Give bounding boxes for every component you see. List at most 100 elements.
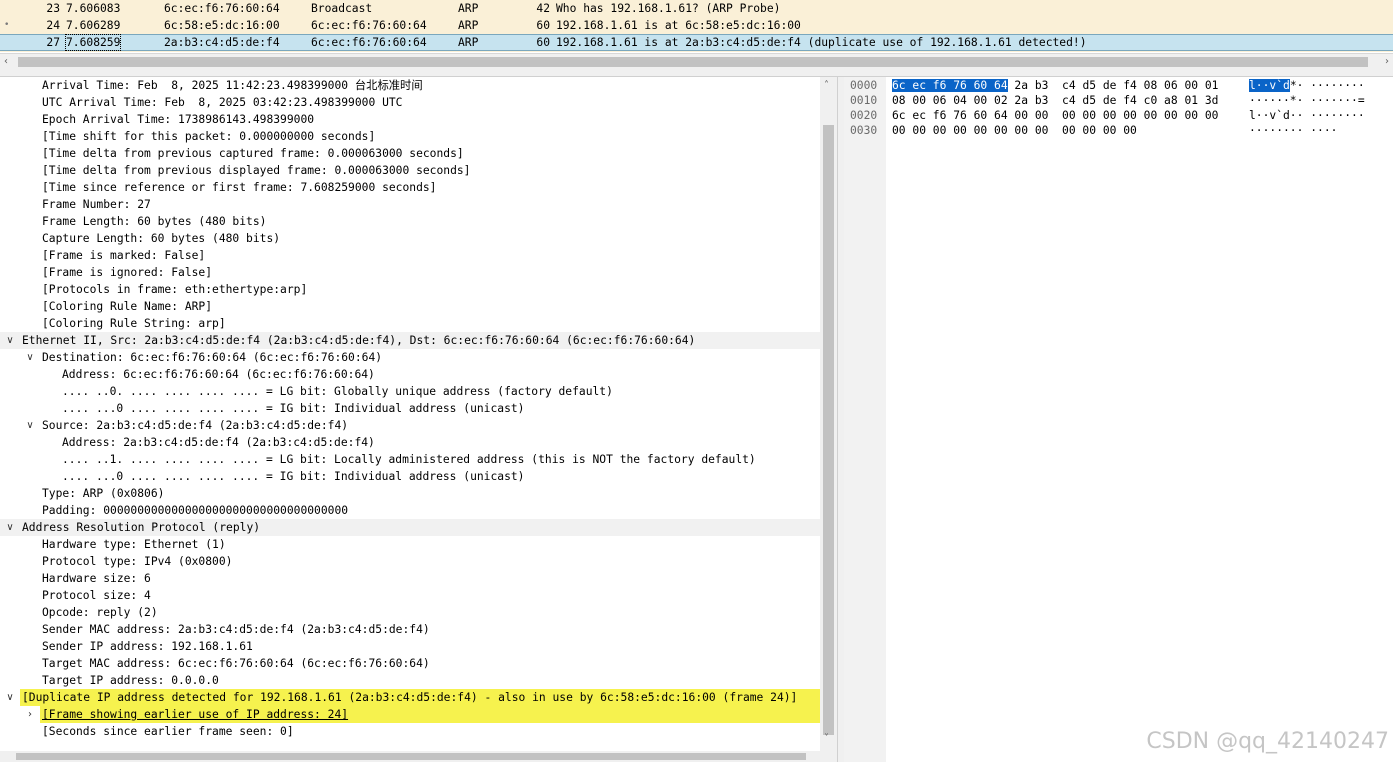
offset-gutter — [844, 77, 886, 762]
scroll-right-icon[interactable]: › — [1385, 56, 1389, 67]
detail-row[interactable]: ∨ Ethernet II, Src: 2a:b3:c4:d5:de:f4 (2a… — [0, 332, 820, 349]
detail-text: [Frame is ignored: False] — [42, 266, 213, 279]
scroll-left-icon[interactable]: ‹ — [4, 56, 8, 67]
detail-row[interactable]: .... ...0 .... .... .... .... = IG bit: … — [0, 468, 820, 485]
expand-chevron-icon[interactable]: ∨ — [4, 519, 16, 536]
ascii-bytes[interactable]: l··v`d*· ········ — [1249, 78, 1365, 93]
packet-source: 6c:58:e5:dc:16:00 — [164, 19, 280, 32]
ascii-bytes[interactable]: ········ ···· — [1249, 123, 1337, 138]
detail-row[interactable]: Protocol type: IPv4 (0x0800) — [0, 553, 820, 570]
packet-details-tree[interactable]: Arrival Time: Feb 8, 2025 11:42:23.49839… — [0, 77, 820, 751]
detail-row[interactable]: [Time delta from previous captured frame… — [0, 145, 820, 162]
packet-time: 7.608259 — [64, 34, 122, 51]
detail-row[interactable]: Frame Number: 27 — [0, 196, 820, 213]
detail-row[interactable]: ∨ Address Resolution Protocol (reply) — [0, 519, 820, 536]
hex-bytes-selected[interactable]: 6c ec f6 76 60 64 — [892, 79, 1008, 92]
expand-chevron-icon[interactable]: ∨ — [24, 417, 36, 434]
detail-row[interactable]: Target IP address: 0.0.0.0 — [0, 672, 820, 689]
detail-text: [Seconds since earlier frame seen: 0] — [42, 725, 294, 738]
pane-splitter-vertical[interactable] — [837, 77, 844, 762]
detail-row[interactable]: Protocol size: 4 — [0, 587, 820, 604]
detail-row[interactable]: Padding: 0000000000000000000000000000000… — [0, 502, 820, 519]
detail-text: Epoch Arrival Time: 1738986143.498399000 — [42, 113, 315, 126]
packet-time: 7.606289 — [66, 19, 121, 32]
detail-row[interactable]: [Time since reference or first frame: 7.… — [0, 179, 820, 196]
detail-text: Target IP address: 0.0.0.0 — [42, 674, 219, 687]
scrollbar-thumb[interactable] — [18, 57, 1368, 67]
detail-row[interactable]: [Coloring Rule String: arp] — [0, 315, 820, 332]
hex-bytes[interactable]: 6c ec f6 76 60 64 00 00 00 00 00 00 00 0… — [892, 108, 1218, 123]
ascii-bytes[interactable]: l··v`d·· ········ — [1249, 108, 1365, 123]
hex-bytes-text: 2a b3 c4 d5 de f4 08 06 00 01 — [1007, 79, 1219, 92]
detail-row[interactable]: [Frame is ignored: False] — [0, 264, 820, 281]
detail-row[interactable]: Frame Length: 60 bytes (480 bits) — [0, 213, 820, 230]
detail-row[interactable]: › [Frame showing earlier use of IP addres… — [28, 706, 820, 723]
detail-row[interactable]: .... ...0 .... .... .... .... = IG bit: … — [0, 400, 820, 417]
detail-text: [Coloring Rule String: arp] — [42, 317, 226, 330]
packet-details-horizontal-scrollbar[interactable] — [0, 751, 837, 762]
detail-text: Destination: 6c:ec:f6:76:60:64 (6c:ec:f6… — [42, 351, 383, 364]
detail-row[interactable]: [Time shift for this packet: 0.000000000… — [0, 128, 820, 145]
detail-row[interactable]: Opcode: reply (2) — [0, 604, 820, 621]
detail-text: Frame Number: 27 — [42, 198, 151, 211]
detail-row[interactable]: [Protocols in frame: eth:ethertype:arp] — [0, 281, 820, 298]
packet-source: 6c:ec:f6:76:60:64 — [164, 2, 280, 15]
detail-row[interactable]: Address: 2a:b3:c4:d5:de:f4 (2a:b3:c4:d5:… — [0, 434, 820, 451]
packet-list-horizontal-scrollbar[interactable]: ‹ › — [0, 53, 1393, 71]
detail-row[interactable]: Sender MAC address: 2a:b3:c4:d5:de:f4 (2… — [0, 621, 820, 638]
scroll-down-icon[interactable]: ˅ — [824, 733, 829, 744]
hex-bytes[interactable]: 6c ec f6 76 60 64 2a b3 c4 d5 de f4 08 0… — [892, 78, 1218, 93]
expand-chevron-icon[interactable]: ∨ — [4, 689, 16, 706]
detail-row[interactable]: Capture Length: 60 bytes (480 bits) — [0, 230, 820, 247]
detail-row[interactable]: UTC Arrival Time: Feb 8, 2025 03:42:23.4… — [0, 94, 820, 111]
packet-length: 60 — [536, 19, 550, 32]
pane-splitter[interactable] — [0, 70, 1393, 77]
detail-row[interactable]: ∨ [Duplicate IP address detected for 192.… — [6, 689, 820, 706]
ascii-bytes[interactable]: ······*· ·······= — [1249, 93, 1365, 108]
packet-bytes-pane[interactable]: 0000 6c ec f6 76 60 64 2a b3 c4 d5 de f4 … — [844, 77, 1393, 762]
detail-row[interactable]: Arrival Time: Feb 8, 2025 11:42:23.49839… — [0, 77, 820, 94]
detail-text: Address: 6c:ec:f6:76:60:64 (6c:ec:f6:76:… — [62, 368, 375, 381]
packet-details-vertical-scrollbar[interactable]: ˄ ˅ — [820, 77, 837, 751]
packet-list[interactable]: 23 7.606083 6c:ec:f6:76:60:64 Broadcast ARP 4… — [0, 0, 1393, 52]
detail-row[interactable]: Sender IP address: 192.168.1.61 — [0, 638, 820, 655]
detail-row[interactable]: [Coloring Rule Name: ARP] — [0, 298, 820, 315]
scrollbar-thumb[interactable] — [16, 753, 806, 760]
packet-source: 2a:b3:c4:d5:de:f4 — [164, 36, 280, 49]
packet-number: 24 — [46, 19, 60, 32]
collapse-chevron-icon[interactable]: › — [24, 706, 36, 723]
detail-row[interactable]: ∨ Source: 2a:b3:c4:d5:de:f4 (2a:b3:c4:d5:… — [0, 417, 820, 434]
detail-text: [Coloring Rule Name: ARP] — [42, 300, 213, 313]
detail-row[interactable]: [Seconds since earlier frame seen: 0] — [0, 723, 820, 740]
detail-text: Protocol type: IPv4 (0x0800) — [42, 555, 233, 568]
packet-row[interactable]: 23 7.606083 6c:ec:f6:76:60:64 Broadcast ARP 4… — [0, 0, 1393, 17]
detail-text: .... ..1. .... .... .... .... = LG bit: … — [62, 453, 756, 466]
detail-text: Hardware size: 6 — [42, 572, 151, 585]
detail-row[interactable]: Target MAC address: 6c:ec:f6:76:60:64 (6… — [0, 655, 820, 672]
packet-info: Who has 192.168.1.61? (ARP Probe) — [556, 2, 781, 15]
detail-row[interactable]: .... ..0. .... .... .... .... = LG bit: … — [0, 383, 820, 400]
expand-chevron-icon[interactable]: ∨ — [24, 349, 36, 366]
hex-bytes[interactable]: 08 00 06 04 00 02 2a b3 c4 d5 de f4 c0 a… — [892, 93, 1218, 108]
detail-row[interactable]: [Time delta from previous displayed fram… — [0, 162, 820, 179]
detail-row[interactable]: Epoch Arrival Time: 1738986143.498399000 — [0, 111, 820, 128]
expand-chevron-icon[interactable]: ∨ — [4, 332, 16, 349]
hex-bytes[interactable]: 00 00 00 00 00 00 00 00 00 00 00 00 — [892, 123, 1137, 138]
detail-text: Arrival Time: Feb 8, 2025 11:42:23.49839… — [42, 79, 423, 92]
detail-row[interactable]: Hardware size: 6 — [0, 570, 820, 587]
detail-text: Protocol size: 4 — [42, 589, 151, 602]
detail-row[interactable]: Type: ARP (0x0806) — [0, 485, 820, 502]
detail-text: [Duplicate IP address detected for 192.1… — [22, 691, 798, 704]
packet-row[interactable]: • 24 7.606289 6c:58:e5:dc:16:00 6c:ec:f6:76:… — [0, 17, 1393, 34]
scroll-up-icon[interactable]: ˄ — [824, 80, 829, 91]
detail-text: Sender IP address: 192.168.1.61 — [42, 640, 253, 653]
detail-row[interactable]: [Frame is marked: False] — [0, 247, 820, 264]
packet-row[interactable]: 27 7.608259 2a:b3:c4:d5:de:f4 6c:ec:f6:76:6… — [0, 34, 1393, 51]
detail-row[interactable]: Hardware type: Ethernet (1) — [0, 536, 820, 553]
ascii-bytes-text: ········ ···· — [1249, 124, 1338, 137]
ascii-bytes-selected[interactable]: l··v`d — [1249, 79, 1290, 92]
detail-row[interactable]: Address: 6c:ec:f6:76:60:64 (6c:ec:f6:76:… — [0, 366, 820, 383]
detail-row[interactable]: ∨ Destination: 6c:ec:f6:76:60:64 (6c:ec:f… — [0, 349, 820, 366]
detail-row[interactable]: .... ..1. .... .... .... .... = LG bit: … — [0, 451, 820, 468]
scrollbar-thumb[interactable] — [823, 125, 834, 735]
